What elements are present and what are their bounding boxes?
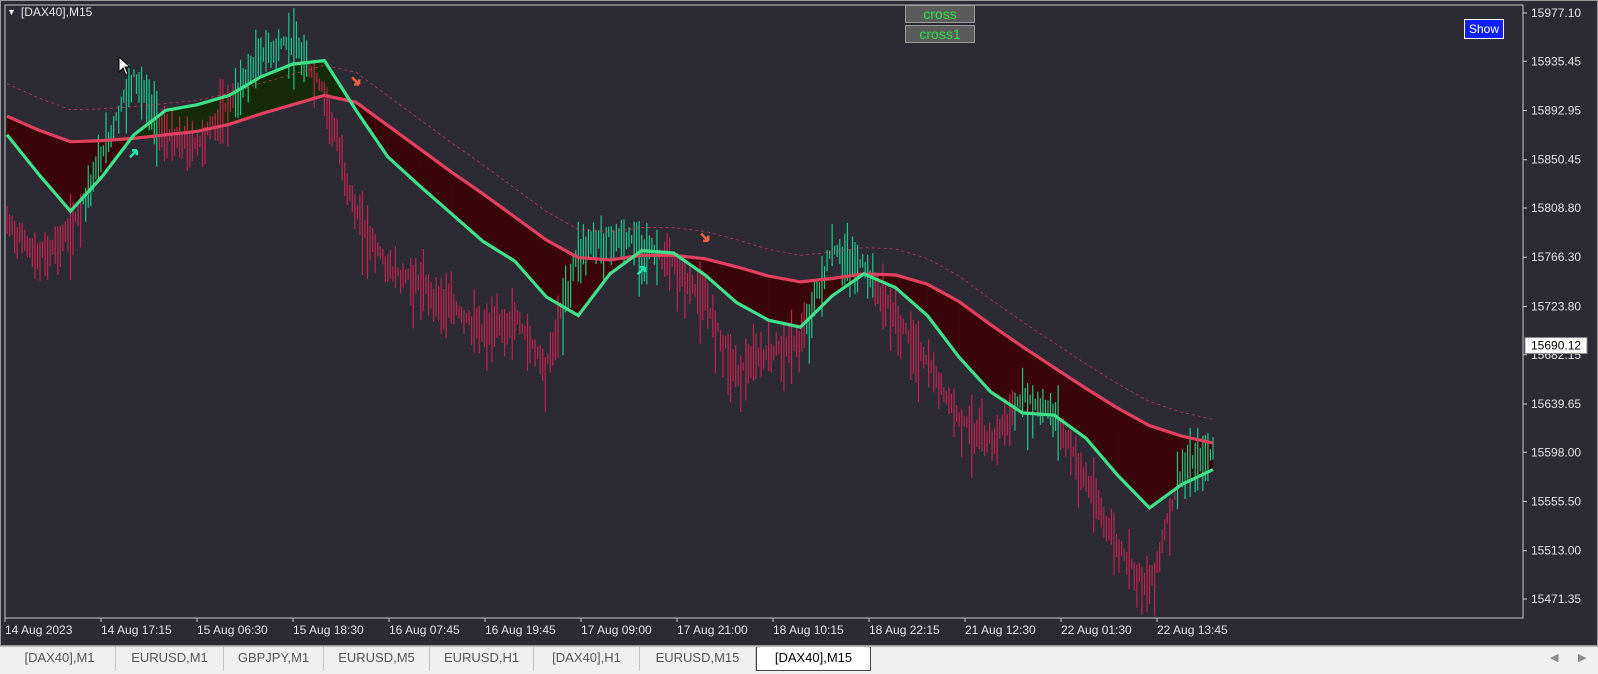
cross1-button[interactable]: cross1 (905, 25, 975, 43)
time-axis-label: 14 Aug 2023 (5, 623, 73, 637)
price-axis-label: 15513.00 (1531, 544, 1581, 558)
mouse-pointer-icon (118, 56, 132, 76)
ma-cloud-segment (7, 116, 39, 175)
tab-eurusd-m5[interactable]: EURUSD,M5 (324, 647, 430, 671)
tab-eurusd-m1[interactable]: EURUSD,M1 (116, 647, 224, 671)
tab-eurusd-m15[interactable]: EURUSD,M15 (640, 647, 756, 671)
cross-button[interactable]: cross (905, 5, 975, 23)
price-axis-label: 15977.10 (1531, 6, 1581, 20)
chart-title-bar: ▼ [DAX40],M15 (7, 5, 92, 19)
price-axis-label: 15850.45 (1531, 153, 1581, 167)
triangle-down-icon[interactable]: ▼ (7, 7, 16, 17)
tab-gbpjpy-m1[interactable]: GBPJPY,M1 (224, 647, 324, 671)
ma-cloud-segment (1086, 388, 1118, 476)
chart-symbol-label: [DAX40],M15 (20, 5, 93, 19)
show-button[interactable]: Show (1464, 19, 1504, 39)
time-axis-label: 15 Aug 18:30 (293, 623, 364, 637)
ma-cloud-segment (768, 276, 801, 328)
chart-window[interactable]: 15977.10 15935.45 15892.95 15850.45 15808.80… (0, 0, 1598, 646)
time-axis-label: 17 Aug 09:00 (581, 623, 652, 637)
tab-dax40-m1[interactable]: [DAX40],M1 (4, 647, 116, 671)
price-chart[interactable]: 15977.10 15935.45 15892.95 15850.45 15808.80… (1, 1, 1598, 647)
time-axis-label: 22 Aug 13:45 (1157, 623, 1228, 637)
ma-cloud-segment (38, 130, 71, 212)
price-axis-label: 15639.65 (1531, 397, 1581, 411)
terminal-app: 15977.10 15935.45 15892.95 15850.45 15808.80… (0, 0, 1598, 674)
scroll-right-icon[interactable]: ▶ (1578, 651, 1586, 664)
price-axis-label: 15555.50 (1531, 494, 1581, 508)
ma-cloud-segment (387, 125, 420, 186)
tab-dax40-m15[interactable]: [DAX40],M15 (756, 647, 871, 671)
current-price-label: 15690.12 (1531, 339, 1581, 353)
price-axis-label: 15723.80 (1531, 299, 1581, 313)
tab-eurusd-h1[interactable]: EURUSD,H1 (430, 647, 534, 671)
time-axis-label: 15 Aug 06:30 (197, 623, 268, 637)
time-axis-label: 14 Aug 17:15 (101, 623, 172, 637)
time-axis-label: 16 Aug 19:45 (485, 623, 556, 637)
price-axis-label: 15598.00 (1531, 445, 1581, 459)
sell-arrow-icon (351, 76, 361, 86)
price-axis-label: 15766.30 (1531, 250, 1581, 264)
tab-dax40-h1[interactable]: [DAX40],H1 (534, 647, 640, 671)
time-axis-label: 21 Aug 12:30 (965, 623, 1036, 637)
sell-arrow-icon (700, 232, 710, 243)
chart-tabs-bar: [DAX40],M1 EURUSD,M1 GBPJPY,M1 EURUSD,M5… (0, 646, 1598, 674)
time-axis-label: 18 Aug 10:15 (773, 623, 844, 637)
time-axis-label: 17 Aug 21:00 (677, 623, 748, 637)
ma-cloud-segment (70, 140, 103, 212)
buy-arrow-icon (129, 149, 139, 159)
time-axis-label: 18 Aug 22:15 (869, 623, 940, 637)
scroll-left-icon[interactable]: ◀ (1550, 651, 1558, 664)
time-axis-label: 22 Aug 01:30 (1061, 623, 1132, 637)
price-axis-label: 15471.35 (1531, 592, 1581, 606)
price-axis-label: 15935.45 (1531, 54, 1581, 68)
ma-cloud-segment (800, 278, 833, 328)
price-axis-label: 15892.95 (1531, 104, 1581, 118)
price-axis-label: 15808.80 (1531, 201, 1581, 215)
time-axis-label: 16 Aug 07:45 (389, 623, 460, 637)
